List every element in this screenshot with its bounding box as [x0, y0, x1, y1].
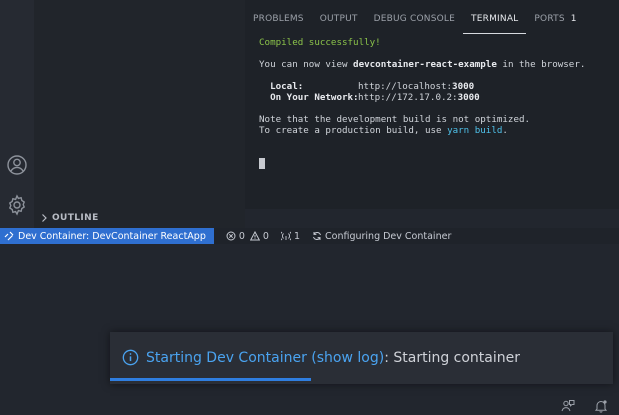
terminal-cursor	[259, 158, 265, 169]
remote-label: Dev Container: DevContainer ReactApp	[18, 230, 206, 242]
bell-icon[interactable]	[594, 398, 608, 413]
ports-count: 1	[293, 230, 300, 242]
outline-label: OUTLINE	[52, 213, 99, 223]
info-icon	[122, 349, 139, 366]
warning-count: 0	[262, 230, 269, 242]
sync-icon	[313, 232, 321, 240]
show-log-link[interactable]: Starting Dev Container (show log)	[146, 350, 384, 366]
notification-text: : Starting container	[384, 349, 521, 366]
task-label: Configuring Dev Container	[325, 230, 452, 242]
notification-message: Starting Dev Container (show log): Start…	[122, 349, 520, 366]
remote-indicator[interactable]: Dev Container: DevContainer ReactApp	[0, 228, 214, 244]
error-icon	[226, 231, 236, 241]
tab-ports[interactable]: PORTS 1	[526, 10, 584, 34]
ports-indicator[interactable]: 1	[280, 230, 300, 242]
panel-tabs: PROBLEMS OUTPUT DEBUG CONSOLE TERMINAL P…	[245, 10, 619, 34]
bottom-panel: PROBLEMS OUTPUT DEBUG CONSOLE TERMINAL P…	[245, 0, 619, 209]
account-icon[interactable]	[5, 153, 29, 177]
vscode-window: OUTLINE PROBLEMS OUTPUT DEBUG CONSOLE TE…	[0, 0, 619, 415]
problems-indicator[interactable]: 0 0	[226, 231, 269, 242]
error-count: 0	[238, 230, 245, 242]
tab-debug-console[interactable]: DEBUG CONSOLE	[366, 10, 463, 34]
terminal-compiled-line: Compiled successfully!	[259, 37, 381, 48]
notification-toast: Starting Dev Container (show log): Start…	[110, 332, 613, 384]
sidebar: OUTLINE	[34, 0, 245, 228]
tab-terminal[interactable]: TERMINAL	[463, 10, 527, 34]
ports-count-badge: 1	[570, 14, 577, 24]
terminal-output[interactable]: Compiled successfully! You can now view …	[259, 37, 615, 169]
antenna-icon	[280, 231, 291, 241]
progress-track	[110, 378, 613, 381]
remote-icon	[4, 231, 14, 241]
tab-output[interactable]: OUTPUT	[312, 10, 366, 34]
terminal-network-line: On Your Network:http://172.17.0.2:3000	[259, 92, 480, 103]
terminal-view-line: You can now view devcontainer-react-exam…	[259, 59, 586, 70]
chevron-right-icon	[42, 214, 47, 222]
task-indicator[interactable]: Configuring Dev Container	[312, 231, 451, 242]
warning-icon	[249, 231, 260, 241]
outline-section-header[interactable]: OUTLINE	[34, 208, 245, 228]
terminal-build-line: To create a production build, use yarn b…	[259, 125, 508, 136]
status-bar: Dev Container: DevContainer ReactApp 0 0…	[0, 228, 619, 244]
gear-icon[interactable]	[5, 193, 29, 217]
terminal-local-line: Local: http://localhost:3000	[259, 81, 475, 92]
progress-bar	[110, 378, 312, 381]
terminal-note-line: Note that the development build is not o…	[259, 114, 531, 125]
activity-bar	[0, 0, 34, 228]
feedback-icon[interactable]	[561, 398, 575, 412]
tab-problems[interactable]: PROBLEMS	[245, 10, 312, 34]
